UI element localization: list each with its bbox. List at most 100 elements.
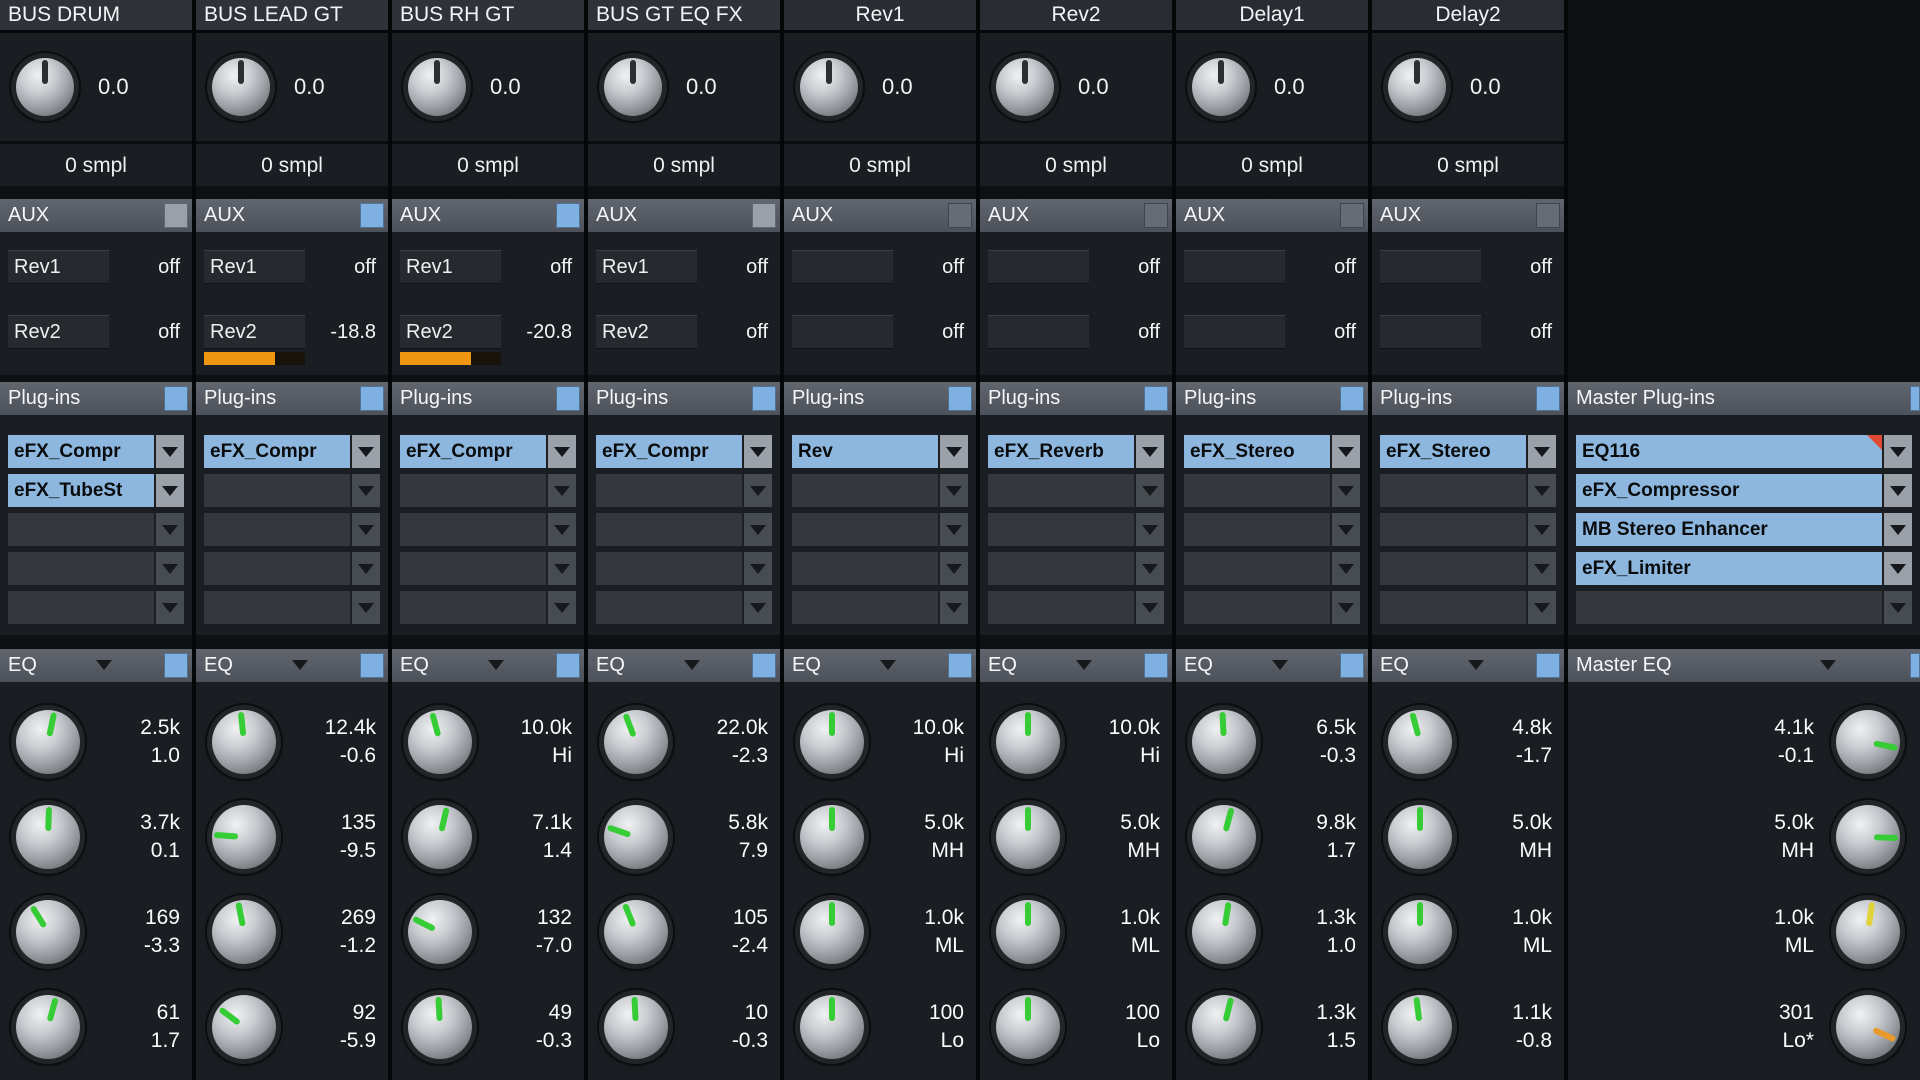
eq-knob[interactable]: [604, 995, 668, 1059]
plugin-slot[interactable]: [400, 474, 576, 507]
eq-knob[interactable]: [408, 995, 472, 1059]
plugin-dropdown-button[interactable]: [1330, 591, 1360, 624]
plugin-name[interactable]: [1380, 591, 1526, 624]
plugin-dropdown-button[interactable]: [154, 513, 184, 546]
eq-knob[interactable]: [408, 805, 472, 869]
plugin-name[interactable]: [988, 474, 1134, 507]
send-destination[interactable]: [792, 315, 893, 349]
dropdown-arrow-icon[interactable]: [96, 660, 112, 670]
send-level-value[interactable]: off: [158, 250, 180, 284]
plugin-slot[interactable]: [988, 513, 1164, 546]
plugin-name[interactable]: EQ116: [1576, 435, 1882, 468]
plugin-dropdown-button[interactable]: [1134, 474, 1164, 507]
plugin-dropdown-button[interactable]: [1526, 474, 1556, 507]
plugin-dropdown-button[interactable]: [546, 474, 576, 507]
plugin-slot[interactable]: [8, 591, 184, 624]
plugin-dropdown-button[interactable]: [742, 591, 772, 624]
plugin-name[interactable]: [792, 552, 938, 585]
plugin-dropdown-button[interactable]: [1882, 591, 1912, 624]
send-level-value[interactable]: off: [1138, 250, 1160, 284]
plugin-slot[interactable]: [988, 474, 1164, 507]
plugin-name[interactable]: [792, 591, 938, 624]
plugin-name[interactable]: eFX_Limiter: [1576, 552, 1882, 585]
eq-section-header[interactable]: EQ: [0, 649, 192, 682]
plugin-name[interactable]: MB Stereo Enhancer: [1576, 513, 1882, 546]
plugin-dropdown-button[interactable]: [350, 435, 380, 468]
volume-knob[interactable]: [1388, 58, 1446, 116]
plugin-slot[interactable]: [1380, 552, 1556, 585]
plugin-name[interactable]: [596, 552, 742, 585]
dropdown-arrow-icon[interactable]: [1076, 660, 1092, 670]
plugin-slot[interactable]: [1380, 474, 1556, 507]
plugin-dropdown-button[interactable]: [1330, 513, 1360, 546]
aux-led[interactable]: [1144, 203, 1168, 228]
eq-knob[interactable]: [1388, 900, 1452, 964]
dropdown-arrow-icon[interactable]: [1820, 660, 1836, 670]
plugin-dropdown-button[interactable]: [742, 435, 772, 468]
aux-led[interactable]: [1340, 203, 1364, 228]
plugin-dropdown-button[interactable]: [154, 435, 184, 468]
plugin-name[interactable]: [8, 513, 154, 546]
plugin-dropdown-button[interactable]: [546, 552, 576, 585]
dropdown-arrow-icon[interactable]: [1272, 660, 1288, 670]
plugin-slot[interactable]: eFX_Stereo: [1380, 435, 1556, 468]
aux-section-header[interactable]: AUX: [1176, 199, 1368, 232]
plugin-name[interactable]: eFX_Compr: [204, 435, 350, 468]
plugin-slot[interactable]: [204, 552, 380, 585]
eq-led[interactable]: [1340, 653, 1364, 678]
plugin-name[interactable]: [8, 552, 154, 585]
plugin-name[interactable]: [792, 513, 938, 546]
plugins-led[interactable]: [752, 386, 776, 411]
volume-knob[interactable]: [800, 58, 858, 116]
eq-knob[interactable]: [996, 805, 1060, 869]
eq-knob[interactable]: [212, 805, 276, 869]
eq-knob[interactable]: [800, 805, 864, 869]
send-destination[interactable]: Rev2: [400, 315, 501, 349]
eq-knob[interactable]: [1388, 805, 1452, 869]
channel-header[interactable]: BUS DRUM: [0, 0, 192, 33]
aux-section-header[interactable]: AUX: [980, 199, 1172, 232]
master-plugins-section-header[interactable]: Master Plug-ins: [1568, 382, 1920, 415]
send-destination[interactable]: Rev1: [204, 250, 305, 284]
plugins-section-header[interactable]: Plug-ins: [980, 382, 1172, 415]
plugin-dropdown-button[interactable]: [742, 552, 772, 585]
plugin-slot[interactable]: [792, 552, 968, 585]
plugin-slot[interactable]: eFX_Limiter: [1576, 552, 1912, 585]
plugin-slot[interactable]: [204, 591, 380, 624]
plugin-slot[interactable]: eFX_Stereo: [1184, 435, 1360, 468]
plugin-slot[interactable]: [988, 591, 1164, 624]
send-destination[interactable]: Rev2: [8, 315, 109, 349]
plugins-led[interactable]: [1340, 386, 1364, 411]
plugin-name[interactable]: eFX_TubeSt: [8, 474, 154, 507]
plugin-dropdown-button[interactable]: [1882, 552, 1912, 585]
channel-header[interactable]: BUS RH GT: [392, 0, 584, 33]
send-destination[interactable]: [1380, 315, 1481, 349]
eq-knob[interactable]: [1192, 900, 1256, 964]
dropdown-arrow-icon[interactable]: [488, 660, 504, 670]
channel-header[interactable]: Delay1: [1176, 0, 1368, 33]
plugin-name[interactable]: [400, 474, 546, 507]
plugin-name[interactable]: [204, 513, 350, 546]
aux-led[interactable]: [360, 203, 384, 228]
eq-knob[interactable]: [604, 805, 668, 869]
aux-section-header[interactable]: AUX: [0, 199, 192, 232]
plugin-slot[interactable]: [8, 513, 184, 546]
eq-section-header[interactable]: EQ: [588, 649, 780, 682]
send-level-value[interactable]: -18.8: [330, 315, 376, 349]
send-destination[interactable]: [792, 250, 893, 284]
send-level-value[interactable]: off: [354, 250, 376, 284]
plugin-name[interactable]: [204, 591, 350, 624]
send-level-value[interactable]: off: [1530, 315, 1552, 349]
plugin-dropdown-button[interactable]: [350, 591, 380, 624]
aux-led[interactable]: [164, 203, 188, 228]
dropdown-arrow-icon[interactable]: [292, 660, 308, 670]
eq-led[interactable]: [1144, 653, 1168, 678]
eq-section-header[interactable]: EQ: [1176, 649, 1368, 682]
plugin-slot[interactable]: eFX_TubeSt: [8, 474, 184, 507]
channel-header[interactable]: BUS GT EQ FX: [588, 0, 780, 33]
plugin-dropdown-button[interactable]: [1134, 435, 1164, 468]
plugin-name[interactable]: [1184, 474, 1330, 507]
eq-knob[interactable]: [1836, 710, 1900, 774]
eq-knob[interactable]: [16, 995, 80, 1059]
channel-header[interactable]: Rev1: [784, 0, 976, 33]
